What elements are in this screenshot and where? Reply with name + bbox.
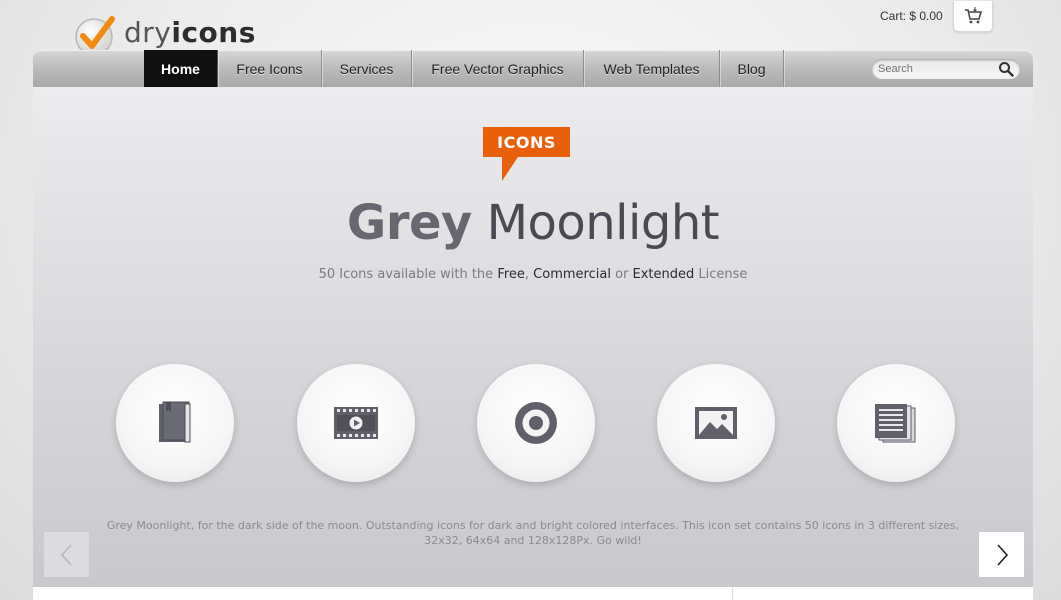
cart-icon [964, 6, 982, 23]
hero-title-bold: Grey [346, 195, 472, 251]
license-commercial-link[interactable]: Commercial [533, 267, 611, 282]
content-panel-top [33, 587, 1033, 600]
chevron-right-icon [996, 543, 1008, 566]
cart-button[interactable] [952, 0, 993, 32]
hero-subtitle: 50 Icons available with the Free, Commer… [33, 267, 1033, 282]
subtitle-suffix: License [694, 267, 748, 282]
nav-item-free-icons[interactable]: Free Icons [218, 50, 322, 87]
search-icon[interactable] [998, 61, 1014, 77]
search-input[interactable] [878, 61, 990, 77]
subtitle-prefix: 50 Icons available with the [318, 267, 498, 282]
nav-item-web-templates[interactable]: Web Templates [584, 50, 720, 87]
search-box [872, 59, 1020, 79]
cart: Cart: $ 0.00 [880, 0, 993, 32]
book-icon [159, 401, 191, 443]
icon-preview-document[interactable] [837, 364, 955, 482]
content-divider [732, 587, 733, 600]
document-icon [875, 404, 916, 443]
nav-item-services[interactable]: Services [322, 50, 412, 87]
nav-item-blog[interactable]: Blog [720, 50, 784, 87]
logo-text: dryicons [124, 16, 256, 49]
cart-total: Cart: $ 0.00 [880, 9, 943, 23]
license-extended-link[interactable]: Extended [633, 267, 695, 282]
slider-prev-button[interactable] [44, 532, 89, 577]
nav-items: Home Free Icons Services Free Vector Gra… [144, 50, 784, 87]
icons-badge: ICONS [483, 127, 570, 157]
icon-preview-target[interactable] [477, 364, 595, 482]
video-icon [334, 407, 378, 439]
badge-tail [502, 157, 518, 181]
icon-preview-row [33, 364, 1033, 484]
icon-preview-video[interactable] [297, 364, 415, 482]
subtitle-sep1: , [524, 267, 534, 282]
image-icon [695, 407, 737, 439]
nav-item-free-vector-graphics[interactable]: Free Vector Graphics [412, 50, 584, 87]
logo-text-bold: icons [171, 15, 256, 49]
target-icon [515, 402, 557, 444]
icon-preview-image[interactable] [657, 364, 775, 482]
license-free-link[interactable]: Free [497, 267, 525, 282]
hero-title: Grey Moonlight [33, 195, 1033, 251]
hero-slider: ICONS Grey Moonlight 50 Icons available … [33, 87, 1033, 587]
nav-item-home[interactable]: Home [144, 50, 218, 87]
slider-next-button[interactable] [979, 532, 1024, 577]
hero-title-light: Moonlight [471, 195, 720, 251]
logo-text-light: dry [124, 15, 172, 49]
icon-preview-book[interactable] [116, 364, 234, 482]
subtitle-sep2: or [610, 267, 633, 282]
chevron-left-icon [60, 543, 72, 566]
set-description: Grey Moonlight, for the dark side of the… [106, 519, 960, 547]
